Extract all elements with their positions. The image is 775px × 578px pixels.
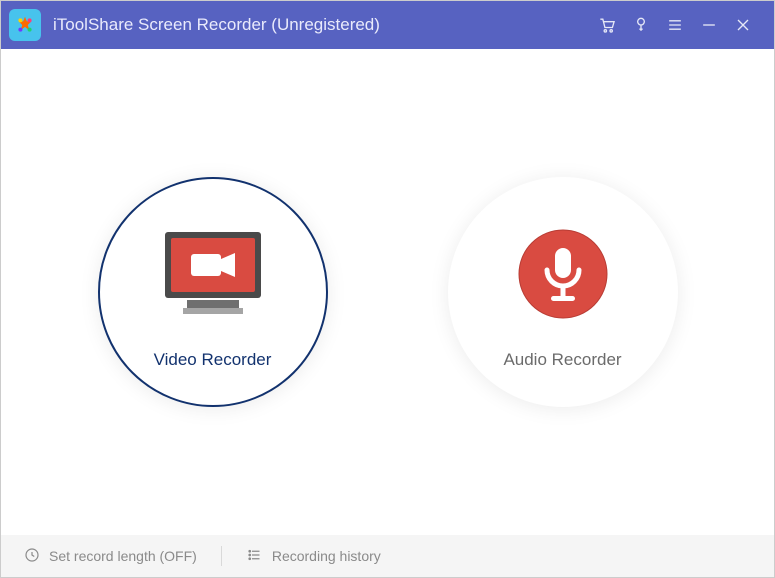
video-recorder-label: Video Recorder — [154, 350, 272, 370]
video-recorder-icon — [153, 224, 273, 324]
recording-history-button[interactable]: Recording history — [240, 546, 387, 567]
set-record-length-label: Set record length (OFF) — [49, 548, 197, 564]
menu-icon[interactable] — [658, 1, 692, 49]
footer: Set record length (OFF) Recording histor… — [1, 535, 774, 577]
app-logo — [9, 9, 41, 41]
video-recorder-card[interactable]: Video Recorder — [98, 177, 328, 407]
titlebar: iToolShare Screen Recorder (Unregistered… — [1, 1, 774, 49]
key-icon[interactable] — [624, 1, 658, 49]
audio-recorder-icon — [513, 224, 613, 324]
app-title: iToolShare Screen Recorder (Unregistered… — [53, 15, 380, 35]
cart-icon[interactable] — [590, 1, 624, 49]
main-area: Video Recorder Audio Recorder — [1, 49, 774, 535]
close-button[interactable] — [726, 1, 760, 49]
footer-divider — [221, 546, 222, 566]
minimize-button[interactable] — [692, 1, 726, 49]
recording-history-label: Recording history — [272, 548, 381, 564]
set-record-length-button[interactable]: Set record length (OFF) — [17, 546, 203, 567]
audio-recorder-label: Audio Recorder — [503, 350, 621, 370]
audio-recorder-card[interactable]: Audio Recorder — [448, 177, 678, 407]
clock-icon — [23, 546, 41, 567]
list-icon — [246, 546, 264, 567]
